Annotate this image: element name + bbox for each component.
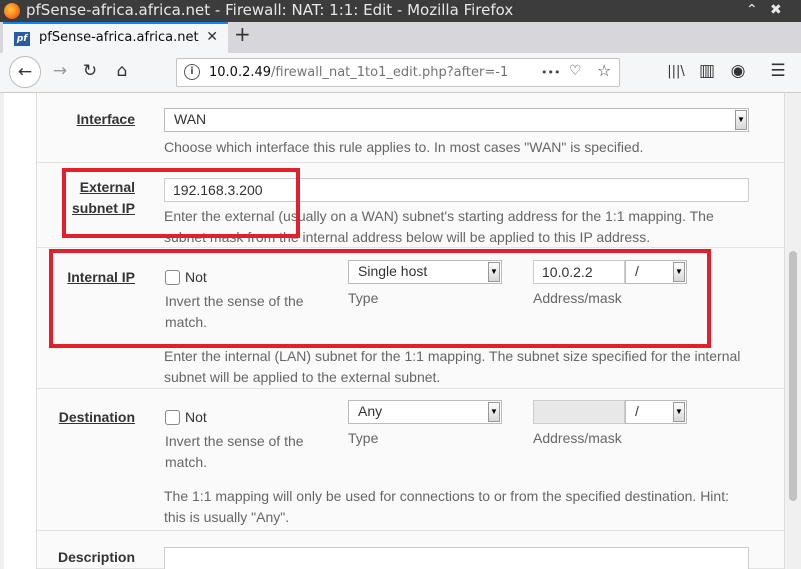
url-host: 10.0.2.49: [209, 65, 272, 80]
external-subnet-highlight-box: [62, 168, 300, 238]
chevron-down-icon: ▼: [735, 110, 747, 130]
url-bar[interactable]: i 10.0.2.49/firewall_nat_1to1_edit.php?a…: [176, 58, 620, 87]
tab-bar: pf pfSense-africa.africa.net ✕ +: [0, 22, 801, 53]
destination-not-checkbox[interactable]: [165, 410, 180, 425]
url-text[interactable]: 10.0.2.49/firewall_nat_1to1_edit.php?aft…: [209, 65, 508, 80]
tab-label: pfSense-africa.africa.net: [39, 30, 199, 45]
tab-close-icon[interactable]: ✕: [206, 29, 218, 45]
firefox-icon: [4, 3, 20, 19]
destination-type-label: Type: [348, 430, 379, 446]
chevron-down-icon: ▼: [673, 402, 685, 422]
destination-not-label: Not: [185, 409, 207, 425]
destination-help-line2: this is usually "Any".: [164, 509, 290, 525]
description-input[interactable]: [164, 547, 749, 569]
internal-ip-help-line1: Enter the internal (LAN) subnet for the …: [164, 348, 741, 364]
destination-not-help-line1: Invert the sense of the: [165, 433, 304, 449]
page-scrollbar[interactable]: [784, 93, 801, 569]
navigation-toolbar: ← → ↻ ⌂ i 10.0.2.49/firewall_nat_1to1_ed…: [0, 53, 801, 93]
window-titlebar: pfSense-africa.africa.net - Firewall: NA…: [0, 0, 801, 22]
interface-label: Interface: [76, 111, 135, 127]
interface-select-value: WAN: [174, 111, 207, 127]
interface-help: Choose which interface this rule applies…: [164, 139, 644, 155]
minimize-icon[interactable]: ⌃: [746, 2, 758, 18]
pocket-icon[interactable]: ♡: [569, 63, 582, 79]
url-path: /firewall_nat_1to1_edit.php?after=-1: [271, 65, 509, 80]
bookmark-star-icon[interactable]: ☆: [597, 61, 611, 80]
description-label: Description: [57, 549, 135, 565]
sidebar-icon[interactable]: ▥: [695, 61, 719, 81]
forward-button[interactable]: →: [48, 61, 72, 81]
destination-label: Destination: [58, 409, 135, 425]
account-icon[interactable]: ◉: [726, 61, 750, 81]
destination-address-label: Address/mask: [533, 430, 622, 446]
destination-not-help-line2: match.: [165, 454, 208, 470]
reload-button[interactable]: ↻: [78, 61, 102, 81]
internal-ip-help-line2: subnet will be applied to the external s…: [164, 369, 441, 385]
close-window-icon[interactable]: ✖: [770, 2, 782, 18]
home-button[interactable]: ⌂: [110, 61, 134, 81]
new-tab-icon[interactable]: +: [234, 22, 251, 46]
destination-mask-select[interactable]: / ▼: [625, 400, 687, 424]
back-button[interactable]: ←: [9, 56, 41, 88]
page-actions-icon[interactable]: •••: [541, 66, 560, 79]
interface-select[interactable]: WAN ▼: [164, 108, 749, 132]
site-info-icon[interactable]: i: [184, 64, 200, 80]
destination-type-value: Any: [358, 403, 383, 419]
window-title: pfSense-africa.africa.net - Firewall: NA…: [26, 1, 514, 19]
destination-help-line1: The 1:1 mapping will only be used for co…: [164, 488, 729, 504]
destination-address-input[interactable]: [533, 400, 625, 424]
scrollbar-thumb[interactable]: [789, 251, 797, 501]
library-icon[interactable]: |||\: [664, 64, 688, 79]
destination-mask-value: /: [635, 403, 639, 419]
pfsense-favicon-icon: pf: [14, 32, 30, 46]
page-content: Interface WAN ▼ Choose which interface t…: [4, 93, 784, 569]
menu-icon[interactable]: ☰: [766, 61, 790, 81]
chevron-down-icon: ▼: [488, 402, 500, 422]
browser-tab[interactable]: pf pfSense-africa.africa.net ✕: [3, 22, 228, 53]
internal-ip-highlight-box: [49, 249, 711, 348]
destination-type-select[interactable]: Any ▼: [348, 400, 502, 424]
